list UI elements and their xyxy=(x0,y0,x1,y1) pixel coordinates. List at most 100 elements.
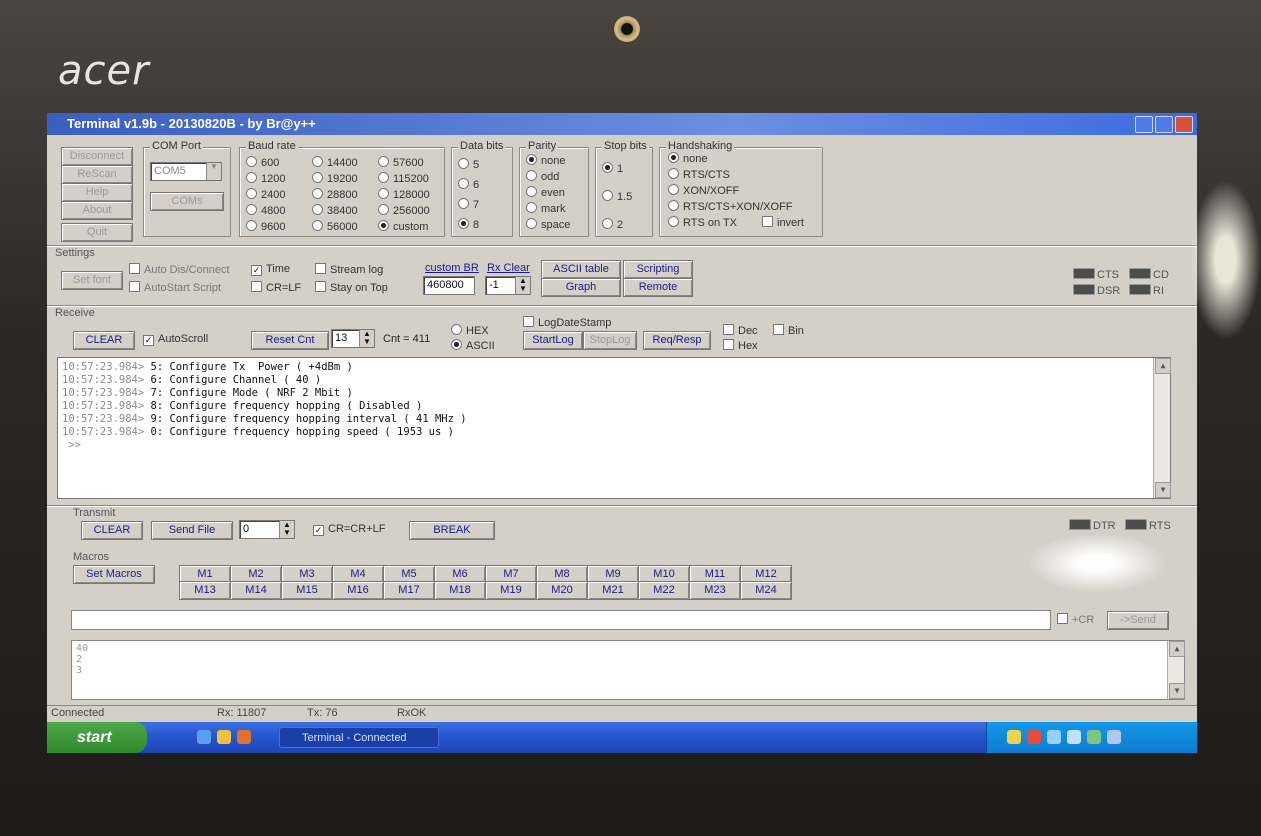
parity-radio[interactable]: even xyxy=(526,186,565,199)
scroll-down-icon[interactable]: ▼ xyxy=(1169,683,1185,699)
baud-radio[interactable]: 256000 xyxy=(378,204,430,217)
graph-button[interactable]: Graph xyxy=(541,278,621,297)
disconnect-button[interactable]: Disconnect xyxy=(61,147,133,166)
macro-button[interactable]: M18 xyxy=(434,581,486,600)
parity-radio-selected[interactable]: none xyxy=(526,154,565,167)
autoscroll-checkbox[interactable]: AutoScroll xyxy=(143,333,208,346)
stop-bits-radio[interactable]: 1.5 xyxy=(602,190,632,203)
stop-log-button[interactable]: StopLog xyxy=(583,331,637,350)
baud-radio[interactable]: 57600 xyxy=(378,156,424,169)
spinner-arrows-icon[interactable]: ▲ ▼ xyxy=(359,330,374,347)
scroll-up-icon[interactable]: ▲ xyxy=(1155,358,1171,374)
send-input[interactable] xyxy=(71,610,1051,630)
time-checkbox[interactable]: Time xyxy=(251,263,290,276)
spinner-arrows-icon[interactable]: ▲ ▼ xyxy=(279,521,294,538)
baud-radio[interactable]: 2400 xyxy=(246,188,285,201)
log-date-stamp-checkbox[interactable]: LogDateStamp xyxy=(523,316,611,329)
data-bits-radio[interactable]: 5 xyxy=(458,158,479,171)
start-button[interactable]: start xyxy=(47,722,147,753)
parity-radio[interactable]: space xyxy=(526,218,570,231)
ascii-table-button[interactable]: ASCII table xyxy=(541,260,621,279)
ie-icon[interactable] xyxy=(197,730,211,744)
hex-checkbox[interactable]: Hex xyxy=(723,339,758,352)
macro-button[interactable]: M14 xyxy=(230,581,282,600)
rx-clear-spinner[interactable]: -1 ▲ ▼ xyxy=(485,276,531,295)
start-log-button[interactable]: StartLog xyxy=(523,331,583,350)
battery-icon[interactable] xyxy=(1087,730,1101,744)
remote-button[interactable]: Remote xyxy=(623,278,693,297)
handshaking-radio[interactable]: XON/XOFF xyxy=(668,184,739,197)
send-button[interactable]: ->Send xyxy=(1107,611,1169,630)
set-macros-button[interactable]: Set Macros xyxy=(73,565,155,584)
chevron-down-icon[interactable]: ▼ xyxy=(206,163,221,180)
invert-checkbox[interactable]: invert xyxy=(762,216,804,229)
parity-radio[interactable]: mark xyxy=(526,202,565,215)
data-bits-radio-selected[interactable]: 8 xyxy=(458,218,479,231)
stop-bits-radio-selected[interactable]: 1 xyxy=(602,162,623,175)
macro-button[interactable]: M13 xyxy=(179,581,231,600)
macro-button[interactable]: M15 xyxy=(281,581,333,600)
receive-log[interactable]: 10:57:23.984> 5: Configure Tx Power ( +4… xyxy=(57,357,1171,499)
macro-button[interactable]: M23 xyxy=(689,581,741,600)
set-font-button[interactable]: Set font xyxy=(61,271,123,290)
reset-cnt-button[interactable]: Reset Cnt xyxy=(251,331,329,350)
antivirus-icon[interactable] xyxy=(1027,730,1041,744)
send-file-button[interactable]: Send File xyxy=(151,521,233,540)
macro-button[interactable]: M22 xyxy=(638,581,690,600)
baud-radio[interactable]: 14400 xyxy=(312,156,358,169)
handshaking-radio[interactable]: RTS on TX xyxy=(668,216,737,229)
scripting-button[interactable]: Scripting xyxy=(623,260,693,279)
baud-radio[interactable]: 128000 xyxy=(378,188,430,201)
cnt-spinner[interactable]: 13 ▲ ▼ xyxy=(331,329,375,348)
data-bits-radio[interactable]: 7 xyxy=(458,198,479,211)
macro-button[interactable]: M20 xyxy=(536,581,588,600)
history-scrollbar[interactable]: ▲ ▼ xyxy=(1167,641,1185,699)
receive-clear-button[interactable]: CLEAR xyxy=(73,331,135,350)
cr-crlf-checkbox[interactable]: CR=CR+LF xyxy=(313,523,385,536)
req-resp-button[interactable]: Req/Resp xyxy=(643,331,711,350)
stop-bits-radio[interactable]: 2 xyxy=(602,218,623,231)
bin-checkbox[interactable]: Bin xyxy=(773,324,804,337)
handshaking-radio[interactable]: RTS/CTS xyxy=(668,168,730,181)
data-bits-radio[interactable]: 6 xyxy=(458,178,479,191)
baud-radio[interactable]: 38400 xyxy=(312,204,358,217)
dec-checkbox[interactable]: Dec xyxy=(723,324,758,337)
coms-button[interactable]: COMs xyxy=(150,192,224,211)
macro-button[interactable]: M17 xyxy=(383,581,435,600)
parity-radio[interactable]: odd xyxy=(526,170,559,183)
baud-radio[interactable]: 4800 xyxy=(246,204,285,217)
scroll-up-icon[interactable]: ▲ xyxy=(1169,641,1185,657)
task-terminal[interactable]: Terminal - Connected xyxy=(279,727,439,748)
macro-button[interactable]: M24 xyxy=(740,581,792,600)
macro-button[interactable]: M16 xyxy=(332,581,384,600)
scroll-down-icon[interactable]: ▼ xyxy=(1155,482,1171,498)
folder-icon[interactable] xyxy=(217,730,231,744)
transmit-spinner[interactable]: 0 ▲ ▼ xyxy=(239,520,295,539)
transmit-history[interactable]: 40 2 3 ▲ ▼ xyxy=(71,640,1185,700)
close-icon[interactable] xyxy=(1175,116,1193,133)
rescan-button[interactable]: ReScan xyxy=(61,165,133,184)
baud-radio[interactable]: 115200 xyxy=(378,172,429,185)
break-button[interactable]: BREAK xyxy=(409,521,495,540)
quit-button[interactable]: Quit xyxy=(61,223,133,242)
autostart-script-checkbox[interactable]: AutoStart Script xyxy=(129,281,221,294)
baud-radio[interactable]: 600 xyxy=(246,156,279,169)
baud-radio[interactable]: 19200 xyxy=(312,172,358,185)
baud-radio[interactable]: 9600 xyxy=(246,220,285,233)
media-icon[interactable] xyxy=(237,730,251,744)
macro-button[interactable]: M19 xyxy=(485,581,537,600)
stream-log-checkbox[interactable]: Stream log xyxy=(315,263,383,276)
stay-on-top-checkbox[interactable]: Stay on Top xyxy=(315,281,388,294)
maximize-icon[interactable] xyxy=(1155,116,1173,133)
shield-icon[interactable] xyxy=(1007,730,1021,744)
baud-radio[interactable]: 28800 xyxy=(312,188,358,201)
help-button[interactable]: Help xyxy=(61,183,133,202)
display-icon[interactable] xyxy=(1107,730,1121,744)
volume-icon[interactable] xyxy=(1067,730,1081,744)
cr-lf-checkbox[interactable]: CR=LF xyxy=(251,281,301,294)
transmit-clear-button[interactable]: CLEAR xyxy=(81,521,143,540)
ascii-radio[interactable]: ASCII xyxy=(451,339,495,352)
hex-radio[interactable]: HEX xyxy=(451,324,489,337)
auto-dis-connect-checkbox[interactable]: Auto Dis/Connect xyxy=(129,263,230,276)
baud-radio[interactable]: 1200 xyxy=(246,172,285,185)
